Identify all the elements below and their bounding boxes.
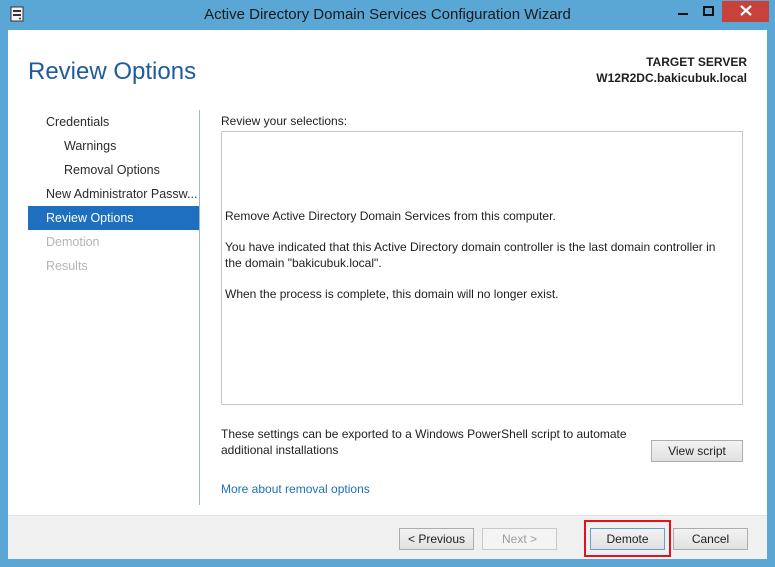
- title-bar[interactable]: Active Directory Domain Services Configu…: [0, 0, 775, 30]
- maximize-button[interactable]: [696, 1, 721, 22]
- minimize-button[interactable]: [670, 1, 695, 22]
- review-label: Review your selections:: [221, 114, 348, 128]
- navigation-divider: [199, 110, 200, 505]
- review-selections-box[interactable]: Remove Active Directory Domain Services …: [221, 131, 743, 405]
- review-line: Remove Active Directory Domain Services …: [225, 209, 556, 223]
- close-icon: [739, 4, 752, 19]
- target-server-label: TARGET SERVER: [646, 55, 747, 69]
- nav-item-warnings[interactable]: Warnings: [28, 134, 200, 158]
- wizard-window: Active Directory Domain Services Configu…: [0, 0, 775, 567]
- nav-item-new-administrator-password[interactable]: New Administrator Passw...: [28, 182, 200, 206]
- maximize-icon: [703, 5, 714, 19]
- previous-button[interactable]: < Previous: [399, 528, 474, 550]
- demote-button[interactable]: Demote: [590, 528, 665, 550]
- review-selections-text: Remove Active Directory Domain Services …: [225, 208, 730, 317]
- minimize-icon: [677, 5, 688, 19]
- cancel-button[interactable]: Cancel: [673, 528, 748, 550]
- nav-item-credentials[interactable]: Credentials: [28, 110, 200, 134]
- page-title: Review Options: [28, 58, 197, 85]
- view-script-button[interactable]: View script: [651, 440, 743, 462]
- nav-item-removal-options[interactable]: Removal Options: [28, 158, 200, 182]
- target-server-value: W12R2DC.bakicubuk.local: [596, 71, 747, 85]
- review-line: When the process is complete, this domai…: [225, 287, 559, 301]
- more-about-removal-options-link[interactable]: More about removal options: [221, 482, 370, 496]
- wizard-footer: < Previous Next > Demote Cancel: [8, 515, 767, 559]
- wizard-navigation: Credentials Warnings Removal Options New…: [28, 110, 200, 278]
- nav-item-review-options[interactable]: Review Options: [28, 206, 200, 230]
- next-button: Next >: [482, 528, 557, 550]
- wizard-client-area: Review Options TARGET SERVER W12R2DC.bak…: [8, 30, 767, 559]
- close-button[interactable]: [722, 1, 769, 22]
- nav-item-demotion: Demotion: [46, 235, 100, 249]
- nav-item-results: Results: [46, 259, 88, 273]
- window-title: Active Directory Domain Services Configu…: [204, 6, 571, 23]
- review-line: You have indicated that this Active Dire…: [225, 240, 716, 270]
- export-description: These settings can be exported to a Wind…: [221, 427, 627, 457]
